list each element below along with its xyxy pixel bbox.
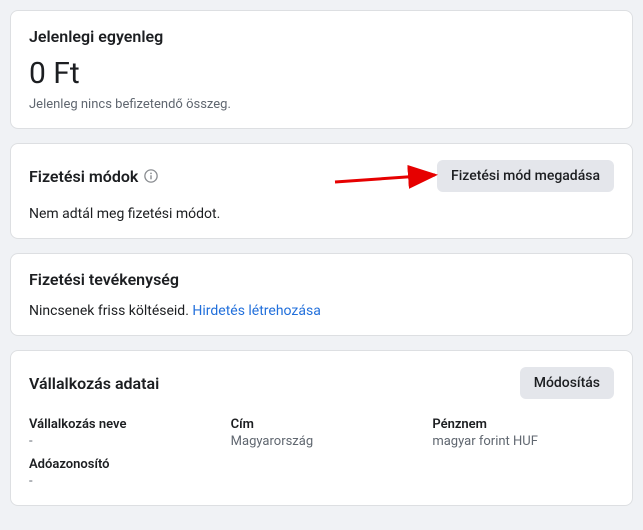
- currency-value: magyar forint HUF: [432, 434, 614, 449]
- payment-activity-card: Fizetési tevékenység Nincsenek friss köl…: [10, 253, 633, 336]
- business-name-block: Vállalkozás neve - Adóazonosító -: [29, 417, 211, 489]
- currency-label: Pénznem: [432, 417, 614, 432]
- create-ad-link[interactable]: Hirdetés létrehozása: [192, 303, 320, 319]
- activity-title: Fizetési tevékenység: [29, 270, 614, 289]
- business-address-block: Cím Magyarország: [231, 417, 413, 489]
- business-currency-block: Pénznem magyar forint HUF: [432, 417, 614, 489]
- activity-body: Nincsenek friss költéseid. Hirdetés létr…: [29, 303, 614, 319]
- payment-methods-empty: Nem adtál meg fizetési módot.: [29, 206, 614, 222]
- balance-note: Jelenleg nincs befizetendő összeg.: [29, 97, 614, 112]
- balance-card: Jelenlegi egyenleg 0 Ft Jelenleg nincs b…: [10, 10, 633, 129]
- edit-business-button[interactable]: Módosítás: [520, 367, 614, 399]
- add-payment-method-button[interactable]: Fizetési mód megadása: [437, 160, 614, 192]
- payment-methods-title-text: Fizetési módok: [29, 167, 138, 186]
- business-name-label: Vállalkozás neve: [29, 417, 211, 432]
- balance-amount: 0 Ft: [29, 56, 614, 91]
- activity-empty-text: Nincsenek friss költéseid.: [29, 303, 192, 319]
- address-value: Magyarország: [231, 434, 413, 449]
- info-icon[interactable]: [144, 169, 158, 183]
- tax-id-label: Adóazonosító: [29, 457, 211, 472]
- business-name-value: -: [29, 434, 211, 449]
- payment-methods-card: Fizetési módok Fizetési mód megadása Nem…: [10, 143, 633, 239]
- balance-title: Jelenlegi egyenleg: [29, 27, 614, 46]
- payment-methods-title: Fizetési módok: [29, 167, 158, 186]
- business-title: Vállalkozás adatai: [29, 374, 159, 393]
- tax-id-value: -: [29, 474, 211, 489]
- address-label: Cím: [231, 417, 413, 432]
- business-card: Vállalkozás adatai Módosítás Vállalkozás…: [10, 350, 633, 506]
